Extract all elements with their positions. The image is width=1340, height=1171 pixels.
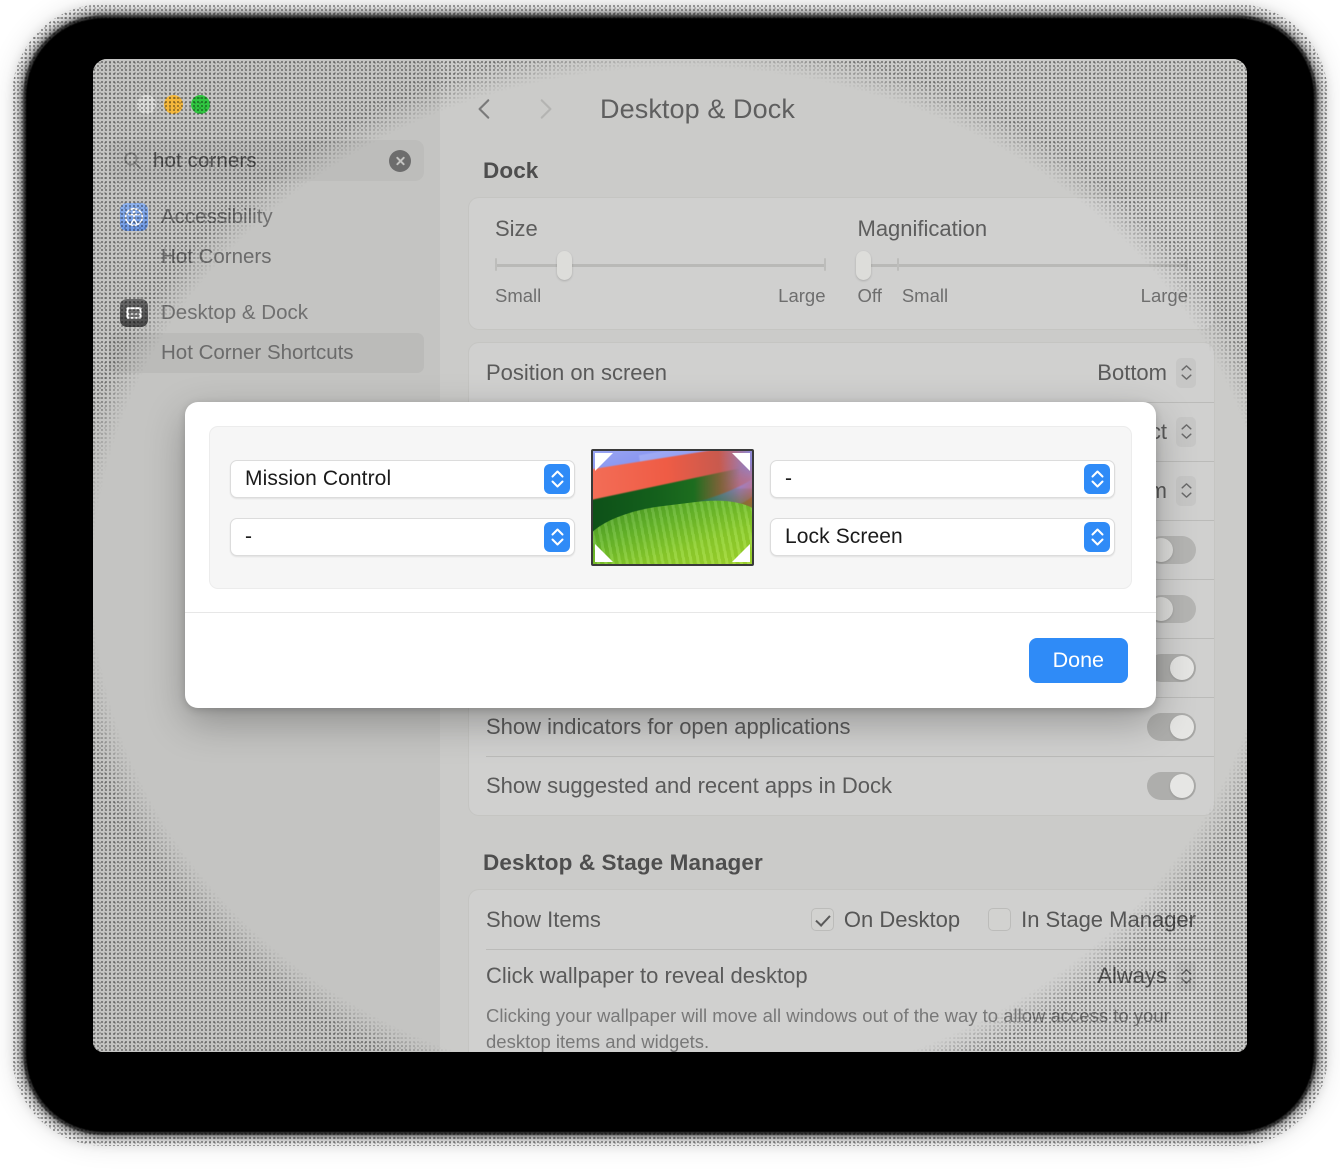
toggle-show-indicators[interactable] — [1147, 712, 1196, 741]
done-button[interactable]: Done — [1028, 638, 1128, 683]
magnification-slider-knob[interactable] — [855, 250, 871, 280]
chevron-left-icon[interactable] — [472, 96, 498, 122]
chevron-updown-icon[interactable] — [1176, 475, 1196, 506]
corner-marker-bottom-right[interactable] — [732, 544, 750, 562]
hot-corner-bottom-left-popup[interactable]: - — [230, 517, 575, 556]
row-click-wallpaper[interactable]: Click wallpaper to reveal desktop Always — [469, 949, 1214, 1003]
row-label: Show indicators for open applications — [486, 713, 851, 739]
hot-corner-top-right-value: - — [785, 466, 793, 490]
section-heading-dock: Dock — [483, 158, 539, 183]
chevron-updown-icon[interactable] — [544, 463, 570, 494]
hot-corners-dialog: Mission Control - - Lock Screen Done — [185, 402, 1156, 708]
magnification-off-label: Off — [857, 285, 882, 306]
row-value: Always — [1097, 963, 1167, 988]
chevron-updown-icon[interactable] — [1176, 961, 1196, 991]
magnification-slider-label: Magnification — [857, 216, 988, 241]
sidebar-item-hot-corners[interactable]: Hot Corners — [109, 237, 424, 277]
search-result-group-desktop-dock: Desktop & Dock Hot Corner Shortcuts — [109, 293, 424, 373]
search-field[interactable]: hot corners — [109, 140, 424, 181]
hot-corner-top-left-popup[interactable]: Mission Control — [230, 459, 575, 498]
row-label: Position on screen — [486, 359, 667, 385]
left-corner-column: Mission Control - — [230, 459, 575, 556]
hot-corner-bottom-right-value: Lock Screen — [785, 524, 903, 548]
search-input[interactable]: hot corners — [153, 149, 389, 173]
sidebar-item-label: Hot Corners — [161, 245, 272, 268]
magnification-slider[interactable] — [855, 250, 1188, 280]
section-heading-desktop-stage-manager: Desktop & Stage Manager — [483, 850, 763, 875]
row-position-on-screen[interactable]: Position on screen Bottom — [469, 343, 1214, 402]
row-label: Show suggested and recent apps in Dock — [486, 772, 893, 798]
row-label: Show Items — [486, 906, 601, 932]
size-slider-label: Size — [495, 216, 538, 241]
desktop-wallpaper-preview — [591, 449, 754, 566]
result-group-label: Desktop & Dock — [161, 301, 308, 324]
toggle-show-suggested-recent-apps[interactable] — [1147, 771, 1196, 800]
chevron-right-icon[interactable] — [532, 96, 558, 122]
checkbox-in-stage-manager-label: In Stage Manager — [1021, 906, 1196, 932]
result-group-label: Accessibility — [161, 205, 273, 228]
size-slider[interactable] — [495, 250, 826, 280]
hot-corners-panel: Mission Control - - Lock Screen — [209, 426, 1132, 589]
corner-marker-top-right[interactable] — [732, 453, 750, 471]
hot-corner-bottom-left-value: - — [245, 524, 253, 548]
magnification-min-label: Small — [901, 285, 949, 306]
chevron-updown-icon[interactable] — [1176, 416, 1196, 447]
checkbox-on-desktop-label: On Desktop — [843, 906, 961, 932]
checkbox-in-stage-manager[interactable] — [988, 908, 1012, 931]
corner-marker-bottom-left[interactable] — [595, 544, 613, 562]
chevron-updown-icon[interactable] — [544, 521, 570, 552]
row-show-suggested-recent-apps[interactable]: Show suggested and recent apps in Dock — [469, 756, 1214, 815]
dock-sliders-card: Size Small Large Magnification Off Small… — [468, 197, 1215, 330]
chevron-updown-icon[interactable] — [1084, 463, 1110, 494]
row-show-items: Show Items On Desktop In Stage Manager — [469, 890, 1214, 949]
search-result-group-accessibility: Accessibility Hot Corners — [109, 197, 424, 277]
maximize-window-button[interactable] — [191, 95, 210, 114]
close-window-button[interactable] — [137, 95, 156, 114]
right-corner-column: - Lock Screen — [770, 459, 1115, 556]
hot-corner-top-right-popup[interactable]: - — [770, 459, 1115, 498]
page-title: Desktop & Dock — [600, 93, 795, 124]
sidebar-item-hot-corner-shortcuts[interactable]: Hot Corner Shortcuts — [109, 333, 424, 373]
size-slider-min-label: Small — [495, 285, 542, 306]
result-group-header: Accessibility — [109, 197, 424, 237]
desktop-dock-icon — [120, 299, 148, 327]
row-value: Bottom — [1097, 359, 1167, 385]
result-group-header: Desktop & Dock — [109, 293, 424, 333]
minimize-window-button[interactable] — [164, 95, 183, 114]
magnification-max-label: Large — [1140, 285, 1188, 306]
chevron-updown-icon[interactable] — [1176, 357, 1196, 388]
checkbox-on-desktop[interactable] — [810, 908, 834, 931]
device-frame: hot corners Accessibility Hot Corners De… — [0, 0, 1340, 1171]
accessibility-icon — [120, 203, 148, 231]
size-slider-knob[interactable] — [557, 250, 573, 280]
clear-text-icon[interactable] — [389, 149, 411, 172]
chevron-updown-icon[interactable] — [1084, 521, 1110, 552]
search-icon — [124, 152, 142, 170]
size-slider-max-label: Large — [778, 285, 826, 306]
sidebar-item-label: Hot Corner Shortcuts — [161, 341, 354, 364]
dock-size-slider-block: Size Small Large — [485, 216, 836, 307]
window-controls — [109, 59, 424, 114]
dock-magnification-slider-block: Magnification Off Small Large — [836, 216, 1199, 307]
row-label: Click wallpaper to reveal desktop — [486, 963, 808, 988]
corner-marker-top-left[interactable] — [595, 453, 613, 471]
hot-corner-top-left-value: Mission Control — [245, 466, 392, 490]
dialog-footer: Done — [185, 612, 1156, 708]
hot-corner-bottom-right-popup[interactable]: Lock Screen — [770, 517, 1115, 556]
navigation-bar: Desktop & Dock — [468, 59, 1215, 145]
stage-manager-card: Show Items On Desktop In Stage Manager C… — [468, 889, 1215, 1052]
click-wallpaper-description: Clicking your wallpaper will move all wi… — [486, 1005, 1170, 1052]
